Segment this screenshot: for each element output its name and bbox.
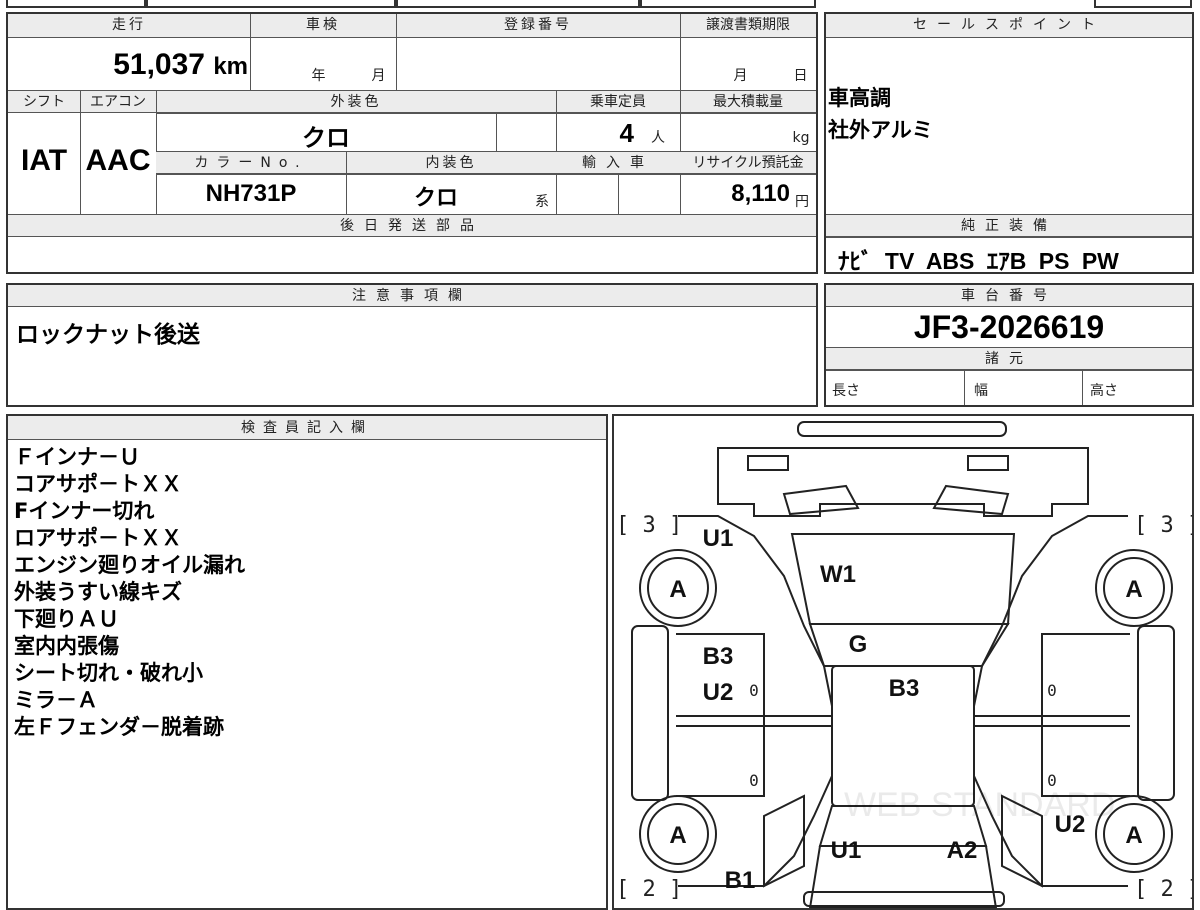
rear-panel-left-mark: U1 [831,837,862,864]
genuine-equipment-value: ﾅﾋﾞ TV ABS ｴｱB PS PW [838,248,1119,274]
car-diagram-panel: A A A A U1 W1 G B3 U2 B3 U1 A2 U2 B1 [ 3… [612,414,1194,910]
note-line: エンジン廻りオイル漏れ [14,553,245,577]
inspector-label: 検査員記入欄 [241,420,373,436]
registration-label: 登録番号 [504,17,572,33]
tread-front-right: [ 3 ] [1134,513,1192,538]
interior-color-label: 内装色 [425,155,477,171]
max-load-label: 最大積載量 [713,94,783,110]
sales-point-panel: セールスポイント 車高調 社外アルミ 純正装備 ﾅﾋﾞ TV ABS ｴｱB P… [824,12,1194,274]
mileage-unit: km [213,53,248,80]
transfer-day: 日 [793,68,811,84]
color-no-value: NH731P [205,180,297,207]
top-strip-4 [640,0,816,8]
genuine-equipment-label: 純正装備 [961,218,1057,234]
spec-length: 長さ [832,383,860,399]
note-line: 左Ｆフェンダ－脱着跡 [14,715,224,739]
vehicle-info-table: 走行 車検 登録番号 譲渡書類期限 51,037 km 年 月 月 日 シフト … [6,12,818,274]
note-line: Fインナー切れ [14,499,155,523]
top-strip-3 [396,0,640,8]
caution-label: 注意事項欄 [352,288,472,304]
top-strip-2 [146,0,396,8]
zero-mark: 0 [749,771,759,790]
note-line: 外装うすい線キズ [14,580,182,604]
rear-panel-right-mark: A2 [947,837,978,864]
inspector-notes: Ｆインナ－Ｕ コアサポ－トＸＸ Fインナー切れ ロアサポ－トＸＸ エンジン廻りオ… [14,444,245,741]
aircon-value: AAC [85,144,151,177]
tread-rear-right: [ 2 ] [1134,877,1192,902]
interior-color-value: クロ [413,186,458,211]
aircon-label: エアコン [90,94,146,110]
zero-mark: 0 [749,681,759,700]
color-no-label: カラーNo. [194,155,308,171]
watermark: WEB STANDARD [844,786,1115,824]
chassis-panel: 車台番号 JF3-2026619 諸元 長さ 幅 高さ [824,283,1194,407]
top-strip-1 [6,0,146,8]
sales-point-line-1: 車高調 [828,86,891,110]
chassis-label: 車台番号 [961,288,1057,304]
tread-rear-left: [ 2 ] [616,877,682,902]
mileage-label: 走行 [112,17,146,33]
specs-label: 諸元 [985,351,1033,367]
capacity-label: 乗車定員 [590,94,646,110]
tire-rear-right-grade: A [1125,822,1142,849]
left-door-front-mark: B3 [703,643,734,670]
car-diagram: A A A A U1 W1 G B3 U2 B3 U1 A2 U2 B1 [ 3… [616,421,1192,908]
mileage-number: 51,037 [113,48,205,81]
recycle-unit: 円 [795,194,809,210]
interior-color-unit: 系 [535,194,549,210]
exterior-color-label: 外装色 [330,94,382,110]
spec-width: 幅 [974,383,988,399]
windshield-mark: W1 [820,561,856,588]
inspector-panel: 検査員記入欄 Ｆインナ－Ｕ コアサポ－トＸＸ Fインナー切れ ロアサポ－トＸＸ … [6,414,608,910]
import-label: 輸入車 [582,155,654,171]
note-line: Ｆインナ－Ｕ [14,445,140,469]
capacity-unit: 人 [651,130,665,146]
note-line: シート切れ・破れ小 [14,661,203,685]
note-line: ロアサポ－トＸＸ [14,526,182,550]
caution-value: ロックナット後送 [16,322,200,348]
left-door-front-mark-2: U2 [703,679,734,706]
zero-mark: 0 [1047,681,1057,700]
later-parts-label: 後日発送部品 [340,218,484,234]
roof-mark: B3 [889,675,920,702]
note-line: コアサポ－トＸＸ [14,472,182,496]
shift-value: IAT [20,144,68,177]
transfer-month: 月 [733,68,751,84]
transfer-label: 譲渡書類期限 [706,17,790,33]
note-line: ミラ－Ａ [14,688,98,712]
note-line: 室内内張傷 [14,634,119,658]
caution-panel: 注意事項欄 ロックナット後送 [6,283,818,407]
exterior-color-value: クロ [302,124,350,152]
tire-front-right-grade: A [1125,576,1142,603]
inspection-month: 月 [371,68,389,84]
inspection-label: 車検 [306,17,340,33]
capacity-value: 4 [619,118,634,148]
sales-point-label: セールスポイント [913,17,1105,33]
mileage-value: 51,037 km [68,48,248,82]
top-strip-5 [1094,0,1192,8]
roof-front-mark: G [849,631,868,658]
sales-point-line-2: 社外アルミ [828,118,933,142]
front-left-fender-mark: U1 [703,525,734,552]
recycle-value: 8,110 [731,180,790,207]
inspection-year: 年 [311,68,329,84]
tread-front-left: [ 3 ] [616,513,682,538]
recycle-label: リサイクル預託金 [692,155,804,171]
shift-label: シフト [23,94,65,110]
spec-height: 高さ [1090,383,1118,399]
left-rear-mark: B1 [725,867,756,894]
chassis-value: JF3-2026619 [913,309,1105,345]
max-load-unit: kg [792,130,810,146]
tire-front-left-grade: A [669,576,686,603]
note-line: 下廻りＡＵ [14,607,119,631]
tire-rear-left-grade: A [669,822,686,849]
